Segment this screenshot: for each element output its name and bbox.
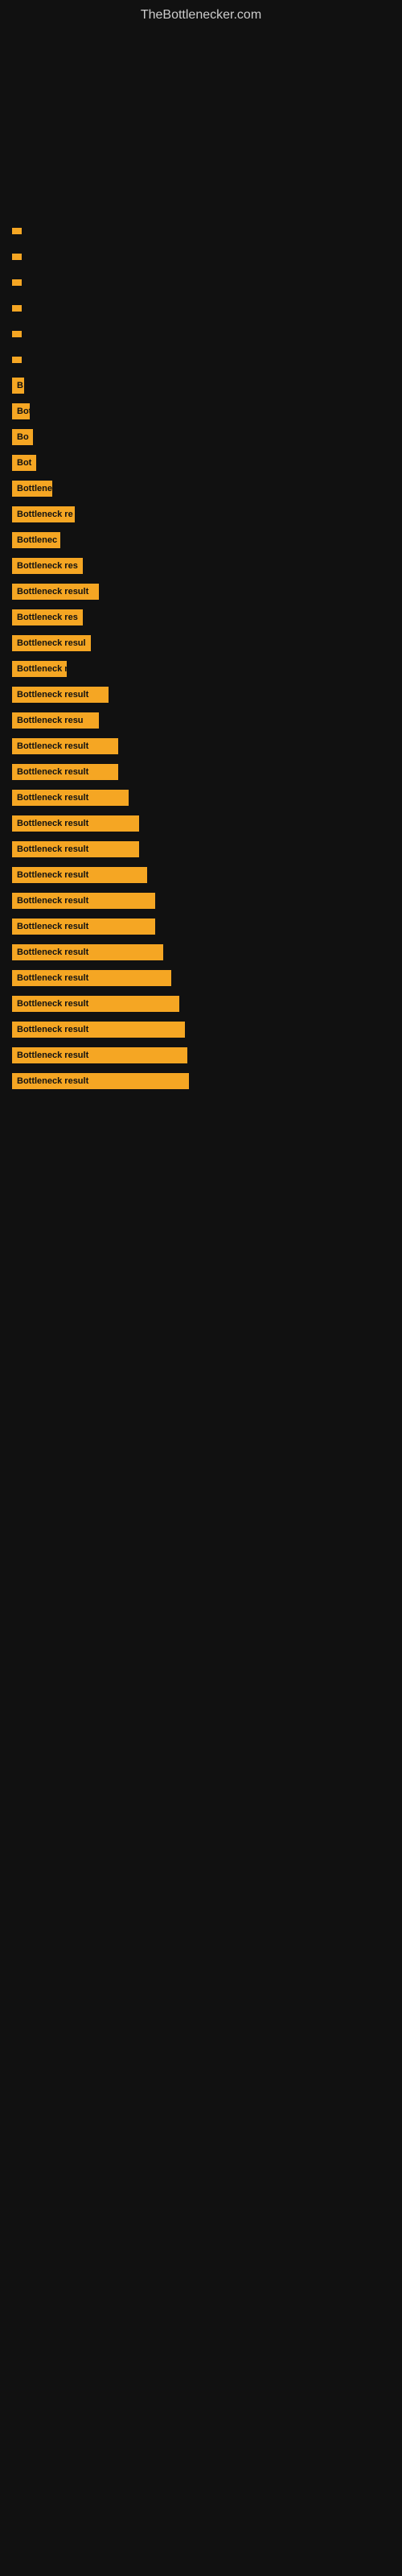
result-bar: Bottleneck result	[12, 893, 155, 909]
result-item	[12, 323, 390, 345]
result-item	[12, 271, 390, 294]
result-item: Bottleneck result	[12, 683, 390, 706]
result-bar: Bottleneck result	[12, 738, 118, 754]
result-bar	[12, 228, 22, 234]
result-item	[12, 246, 390, 268]
result-item	[12, 220, 390, 242]
result-bar	[12, 357, 22, 363]
result-bar: Bottleneck resul	[12, 635, 91, 651]
result-bar: Bottleneck result	[12, 790, 129, 806]
result-item: Bottleneck result	[12, 761, 390, 783]
result-item: Bottleneck result	[12, 941, 390, 964]
result-bar: Bottleneck res	[12, 609, 83, 625]
result-item: Bottleneck result	[12, 838, 390, 861]
result-item: Bottleneck result	[12, 1070, 390, 1092]
main-content: B Bot Bo Bot Bottlene Bottleneck re Bottlenec B…	[0, 27, 402, 1104]
result-item: Bottleneck result	[12, 812, 390, 835]
result-bar	[12, 254, 22, 260]
result-item: Bottleneck result	[12, 864, 390, 886]
result-item	[12, 349, 390, 371]
results-list: B Bot Bo Bot Bottlene Bottleneck re Bottlenec B…	[12, 220, 390, 1096]
result-item: Bottleneck r	[12, 658, 390, 680]
result-bar: Bottleneck result	[12, 867, 147, 883]
result-bar	[12, 279, 22, 286]
result-bar: Bottleneck r	[12, 661, 67, 677]
result-item: Bottleneck result	[12, 786, 390, 809]
result-bar: Bottleneck resu	[12, 712, 99, 729]
result-bar: Bottleneck result	[12, 815, 139, 832]
result-bar: Bottleneck result	[12, 1047, 187, 1063]
result-item: Bottlenec	[12, 529, 390, 551]
result-bar	[12, 331, 22, 337]
result-item: Bottleneck result	[12, 890, 390, 912]
site-title: TheBottlenecker.com	[0, 0, 402, 27]
result-item: Bot	[12, 400, 390, 423]
result-item: Bottleneck resul	[12, 632, 390, 654]
result-bar: Bo	[12, 429, 33, 445]
result-item: Bottleneck resu	[12, 709, 390, 732]
result-bar: Bottleneck res	[12, 558, 83, 574]
result-bar: Bottleneck result	[12, 1022, 185, 1038]
result-bar: Bottlenec	[12, 532, 60, 548]
result-bar: Bottleneck result	[12, 919, 155, 935]
result-item: Bottleneck result	[12, 915, 390, 938]
result-bar: Bot	[12, 455, 36, 471]
site-header: TheBottlenecker.com	[0, 0, 402, 27]
result-bar: Bot	[12, 403, 30, 419]
result-bar: Bottleneck result	[12, 1073, 189, 1089]
result-item: Bottleneck re	[12, 503, 390, 526]
result-bar: Bottleneck re	[12, 506, 75, 522]
result-bar: Bottleneck result	[12, 944, 163, 960]
result-bar: Bottleneck result	[12, 687, 109, 703]
result-item: Bottleneck result	[12, 580, 390, 603]
chart-area	[12, 35, 390, 212]
result-bar: B	[12, 378, 24, 394]
result-bar: Bottleneck result	[12, 841, 139, 857]
result-item: Bo	[12, 426, 390, 448]
result-bar: Bottleneck result	[12, 584, 99, 600]
result-item: Bottleneck res	[12, 555, 390, 577]
result-bar	[12, 305, 22, 312]
result-item: B	[12, 374, 390, 397]
result-bar: Bottleneck result	[12, 996, 179, 1012]
result-bar: Bottlene	[12, 481, 52, 497]
result-item: Bottlene	[12, 477, 390, 500]
result-item: Bottleneck result	[12, 1018, 390, 1041]
result-item: Bot	[12, 452, 390, 474]
result-item: Bottleneck result	[12, 967, 390, 989]
result-bar: Bottleneck result	[12, 970, 171, 986]
result-item: Bottleneck result	[12, 993, 390, 1015]
result-item	[12, 297, 390, 320]
result-item: Bottleneck result	[12, 1044, 390, 1067]
result-bar: Bottleneck result	[12, 764, 118, 780]
result-item: Bottleneck result	[12, 735, 390, 758]
result-item: Bottleneck res	[12, 606, 390, 629]
